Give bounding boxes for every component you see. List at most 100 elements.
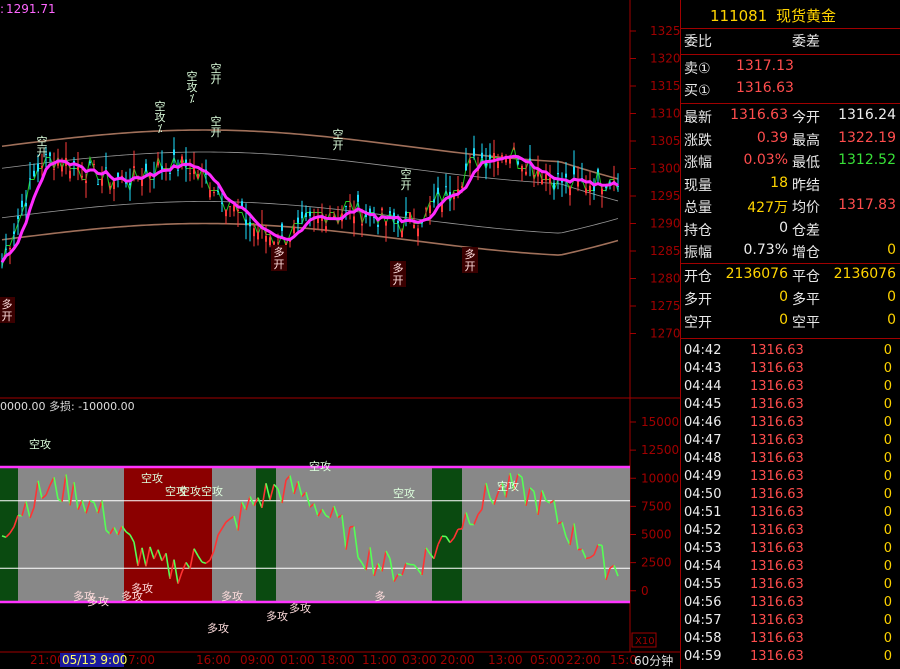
tick-price: 1316.63	[750, 523, 804, 538]
main-chart[interactable]: 1325 1320 1315 1310 1305 1300 1295 1290 1285 1280…	[0, 0, 680, 399]
stat-value: 0	[779, 219, 788, 236]
candle-body	[61, 166, 63, 172]
y-tick-label: 1275	[650, 299, 680, 313]
sub-chart[interactable]: 0000.00 多损: -10000.00 15000 12500 10000 750…	[0, 398, 680, 653]
candle-body	[573, 166, 575, 175]
quote-code: 111081	[710, 7, 768, 25]
candle-body	[589, 185, 591, 192]
candle-body	[29, 178, 31, 180]
short-signal-label: 开	[211, 73, 222, 86]
tick-volume: 0	[883, 451, 892, 466]
tick-time: 04:54	[684, 559, 722, 574]
time-label: 11:00	[362, 653, 397, 667]
candle-body	[381, 208, 383, 211]
stat-label: 最新	[684, 110, 712, 126]
tick-volume: 0	[883, 379, 892, 394]
tick-price: 1316.63	[750, 595, 804, 610]
stat-label: 仓差	[792, 222, 820, 239]
sub-chart-header: 0000.00 多损: -10000.00	[0, 399, 135, 413]
tick-time: 04:42	[684, 343, 722, 358]
candle-body	[349, 205, 351, 207]
candle-body	[25, 203, 27, 207]
sub-long-signal: 多攻	[131, 581, 153, 595]
sub-short-signal: 空攻	[393, 486, 415, 500]
tick-row: 04:55 1316.63 0	[680, 577, 900, 595]
candle-body	[529, 158, 531, 161]
stat-value: 1316.24	[838, 107, 896, 123]
candle-body	[209, 189, 211, 198]
candle-body	[545, 174, 547, 181]
x10-label[interactable]: X10	[635, 636, 655, 647]
candle-body	[513, 148, 515, 150]
candle-body	[325, 226, 327, 232]
candle-body	[517, 161, 519, 165]
tick-volume: 0	[883, 577, 892, 592]
candle-body	[17, 216, 19, 219]
candle-body	[157, 161, 159, 166]
tick-row: 04:42 1316.63 0	[680, 343, 900, 361]
time-label: 15:0	[610, 653, 637, 667]
candle-body	[385, 221, 387, 226]
short-close-value: 0	[887, 312, 896, 328]
long-signal-label: 多	[393, 261, 404, 275]
sub-y-tick-label: 5000	[641, 528, 672, 542]
candle-body	[445, 186, 447, 188]
tick-volume: 0	[883, 487, 892, 502]
candle-body	[473, 148, 475, 157]
y-tick-label: 1315	[650, 79, 680, 93]
candle-body	[225, 209, 227, 217]
candle-body	[253, 228, 255, 237]
sub-short-signal: 空攻	[179, 484, 201, 498]
tick-row: 04:51 1316.63 0	[680, 505, 900, 523]
sub-short-signal: 空攻	[201, 484, 223, 498]
candle-body	[273, 241, 275, 245]
candle-body	[525, 171, 527, 175]
candle-body	[13, 231, 15, 235]
candle-body	[141, 179, 143, 186]
candle-body	[405, 211, 407, 216]
stat-label: 涨幅	[684, 155, 712, 171]
quote-panel: 111081 现货黄金 委比 委差 卖① 1317.13 买① 1316.63 …	[680, 0, 900, 669]
tick-time: 04:58	[684, 631, 722, 646]
tick-price: 1316.63	[750, 361, 804, 376]
tick-volume: 0	[883, 559, 892, 574]
y-tick-label: 1305	[650, 134, 680, 148]
tick-row: 04:54 1316.63 0	[680, 559, 900, 577]
stat-value: 1312.52	[838, 152, 896, 168]
sub-long-signal: 多攻	[207, 621, 229, 635]
stat-label: 最高	[792, 132, 820, 149]
zone-gray	[0, 467, 630, 602]
tick-time: 04:53	[684, 541, 722, 556]
main-signals: 空开空攻⁒空攻⁒空开空开 空开空开多开多开 多开多开	[0, 61, 478, 323]
candle-body	[497, 161, 499, 168]
period-label[interactable]: 60分钟	[634, 653, 673, 668]
candle-body	[549, 177, 551, 183]
time-label: 20:00	[440, 653, 475, 667]
candle-body	[69, 170, 71, 179]
candle-body	[597, 169, 599, 173]
sub-short-signal: 空攻	[29, 437, 51, 451]
long-signal-label: 开	[393, 274, 404, 287]
candle-body	[361, 223, 363, 226]
main-top-left-prefix: :	[0, 2, 4, 16]
open-value: 2136076	[725, 266, 788, 282]
candle-body	[569, 187, 571, 196]
buy1-label: 买①	[684, 83, 711, 99]
tick-time: 04:52	[684, 523, 722, 538]
candle-body	[213, 192, 215, 194]
tick-price: 1316.63	[750, 397, 804, 412]
tick-row: 04:49 1316.63 0	[680, 469, 900, 487]
candle-body	[469, 160, 471, 164]
short-open-label: 空开	[684, 315, 712, 331]
candle-body	[5, 248, 7, 250]
stat-value: 1322.19	[838, 129, 896, 146]
long-close-value: 0	[887, 289, 896, 305]
candle-body	[173, 149, 175, 155]
chart-area[interactable]: 1325 1320 1315 1310 1305 1300 1295 1290 1285 1280…	[0, 0, 680, 669]
tick-time: 04:56	[684, 595, 722, 610]
stats-row: 涨跌 0.39 最高 1322.19	[680, 130, 900, 152]
buy1-price: 1316.63	[736, 80, 794, 96]
tick-volume: 0	[883, 415, 892, 430]
tick-row: 04:52 1316.63 0	[680, 523, 900, 541]
tick-row: 04:53 1316.63 0	[680, 541, 900, 559]
